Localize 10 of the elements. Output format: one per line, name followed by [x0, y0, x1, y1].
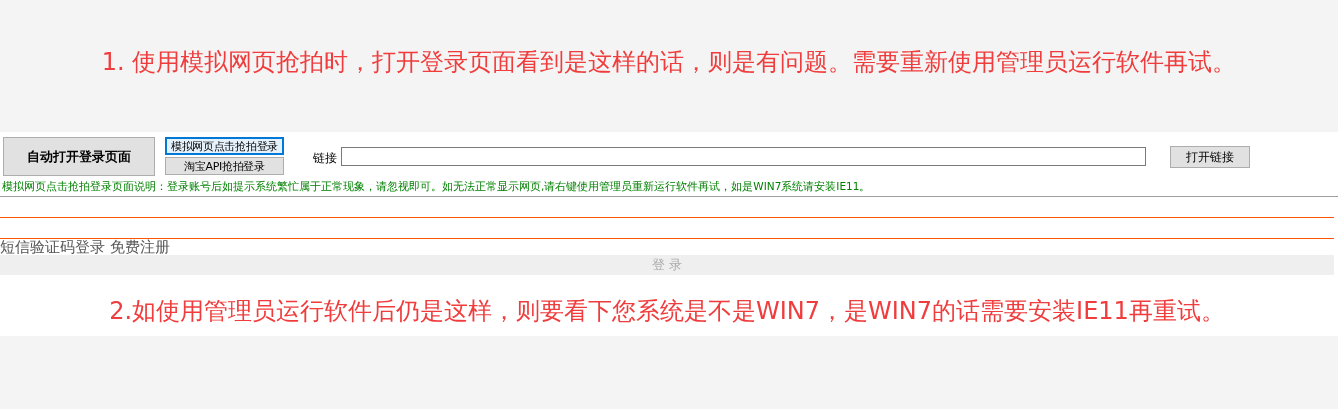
notice-text: 1. 使用模拟网页抢拍时，打开登录页面看到是这样的话，则是有问题。需要重新使用管理员运行软件再试。: [101, 47, 1237, 78]
note-text: 模拟网页点击抢拍登录页面说明：登录账号后如提示系统繁忙属于正常现象，请忽视即可。如无法正常显示网页,请右键使用管理员重新运行软件再试，如是WIN7系统请安装IE11。: [0, 177, 1338, 197]
mode-button[interactable]: 模拟网页点击抢拍登录: [165, 137, 284, 155]
open-link-button[interactable]: 打开链接: [1170, 146, 1250, 168]
notice-text: 2.如使用管理员运行软件后仍是这样，则要看下您系统是不是WIN7，是WIN7的话需要安装IE11再重试。: [108, 296, 1226, 327]
open-login-button[interactable]: 自动打开登录页面: [3, 137, 155, 176]
login-links[interactable]: 短信验证码登录 免费注册: [0, 239, 1334, 255]
link-label: 链接: [313, 150, 337, 167]
link-field[interactable]: [341, 147, 1146, 166]
mode-button[interactable]: 淘宝API抢拍登录: [165, 157, 284, 175]
